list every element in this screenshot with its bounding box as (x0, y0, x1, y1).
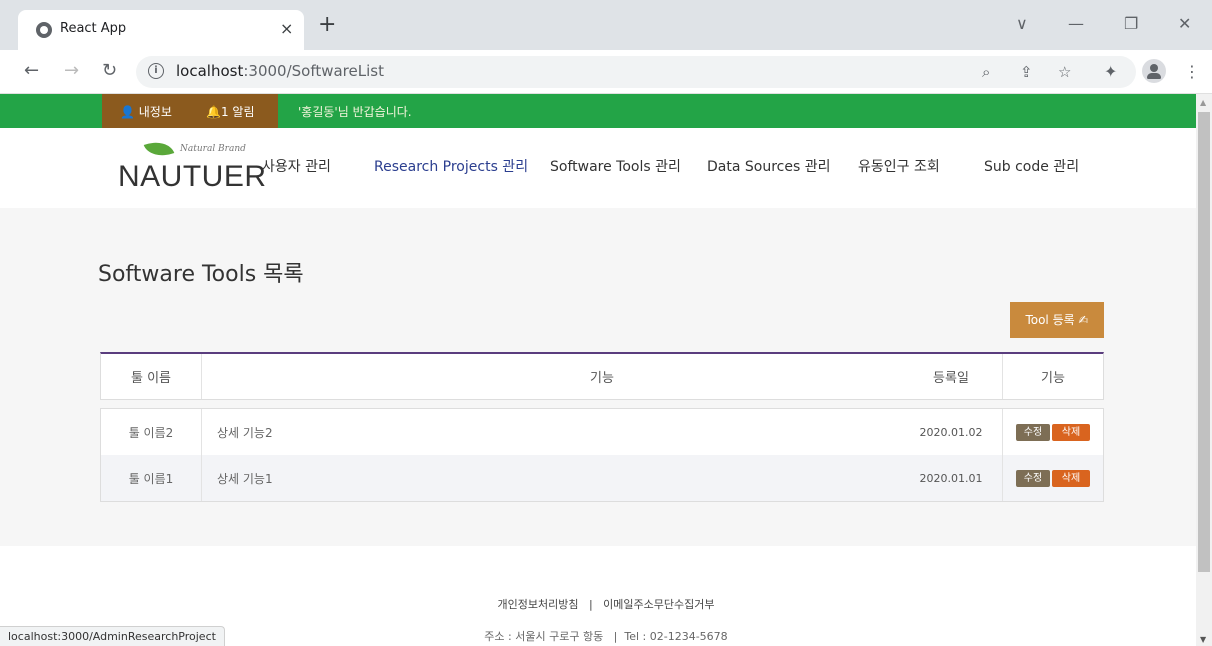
user-menu-box: 👤 내정보 🔔1 알림 (102, 94, 278, 128)
status-bar-url: localhost:3000/AdminResearchProject (0, 626, 225, 646)
header-actions: 기능 (1041, 371, 1065, 386)
my-info-link[interactable]: 👤 내정보 (120, 103, 172, 120)
scroll-up-arrow-icon[interactable]: ▲ (1200, 98, 1206, 107)
address-bar[interactable]: i localhost:3000/SoftwareList ⌕ ⇪ ☆ (136, 56, 1136, 88)
page-title: Software Tools 목록 (98, 262, 304, 287)
tool-desc-cell: 상세 기능2 (217, 425, 273, 440)
site-logo[interactable]: Natural Brand NAUTUER (118, 136, 266, 200)
maximize-button[interactable]: ❐ (1124, 14, 1138, 33)
url-host: localhost (176, 62, 244, 80)
more-menu-icon[interactable]: ⋮ (1184, 62, 1200, 81)
header-tool-name: 툴 이름 (130, 371, 171, 386)
alerts-link[interactable]: 🔔1 알림 (206, 103, 254, 120)
greeting-text: '홍길동'님 반갑습니다. (298, 105, 412, 119)
info-icon[interactable]: i (148, 63, 164, 79)
back-arrow-icon[interactable]: ← (24, 60, 39, 81)
new-tab-button[interactable]: + (318, 14, 336, 36)
tool-desc-cell: 상세 기능1 (217, 471, 273, 486)
share-icon[interactable]: ⇪ (1020, 63, 1033, 81)
tool-name-cell: 툴 이름2 (128, 425, 174, 440)
minimize-button[interactable]: — (1068, 14, 1084, 33)
tool-name-cell: 툴 이름1 (128, 471, 174, 486)
browser-tab[interactable]: React App × (18, 10, 304, 50)
top-user-bar: 👤 내정보 🔔1 알림 '홍길동'님 반갑습니다. (0, 94, 1196, 128)
table-body: 툴 이름2 상세 기능2 2020.01.02 수정 삭제 툴 이름1 상세 기… (100, 408, 1104, 502)
table-row[interactable]: 툴 이름2 상세 기능2 2020.01.02 수정 삭제 (101, 409, 1103, 455)
edit-button[interactable]: 수정 (1016, 469, 1050, 487)
url-path: :3000/SoftwareList (243, 62, 384, 80)
tab-close-icon[interactable]: × (280, 19, 293, 38)
header-function: 기능 (590, 371, 614, 386)
row-actions: 수정 삭제 (1003, 455, 1103, 501)
my-info-label: 내정보 (138, 105, 172, 119)
logo-tagline: Natural Brand (180, 144, 246, 154)
browser-window: React App × + ∨ — ❐ ✕ ← → ↻ i localhost:… (0, 0, 1212, 646)
vertical-scrollbar[interactable]: ▲ ▼ (1196, 94, 1212, 646)
divider (201, 409, 202, 455)
header-reg-date: 등록일 (933, 371, 969, 386)
tab-search-icon[interactable]: ∨ (1016, 14, 1028, 33)
browser-toolbar: ← → ↻ i localhost:3000/SoftwareList ⌕ ⇪ … (0, 50, 1212, 94)
nav-data-sources[interactable]: Data Sources 관리 (707, 156, 830, 176)
email-refuse-link[interactable]: 이메일주소무단수집거부 (603, 598, 714, 611)
profile-avatar-icon[interactable] (1142, 59, 1166, 83)
nav-user-management[interactable]: 사용자 관리 (262, 156, 331, 176)
footer-separator: | (588, 598, 593, 611)
nav-research-projects[interactable]: Research Projects 관리 (374, 156, 528, 176)
reload-icon[interactable]: ↻ (102, 60, 117, 81)
leaf-icon (143, 136, 175, 162)
divider (201, 455, 202, 501)
privacy-policy-link[interactable]: 개인정보처리방침 (497, 598, 578, 611)
table-row[interactable]: 툴 이름1 상세 기능1 2020.01.01 수정 삭제 (101, 455, 1103, 501)
main-content: Software Tools 목록 Tool 등록 ✍ 툴 이름 기능 등록일 … (0, 208, 1196, 546)
footer-links: 개인정보처리방침 | 이메일주소무단수집거부 (0, 596, 1196, 612)
extensions-puzzle-icon[interactable]: ✦ (1104, 62, 1117, 81)
table-header: 툴 이름 기능 등록일 기능 (100, 352, 1104, 400)
register-tool-button[interactable]: Tool 등록 ✍ (1010, 302, 1104, 338)
reg-date-cell: 2020.01.01 (919, 471, 983, 485)
logo-text: NAUTUER (118, 160, 267, 193)
alerts-label: 1 알림 (220, 105, 255, 119)
delete-button[interactable]: 삭제 (1052, 423, 1090, 441)
globe-icon (36, 22, 52, 38)
scrollbar-thumb[interactable] (1198, 112, 1210, 572)
page-viewport: 👤 내정보 🔔1 알림 '홍길동'님 반갑습니다. Natural Brand … (0, 94, 1196, 646)
bookmark-star-icon[interactable]: ☆ (1058, 63, 1071, 81)
delete-button[interactable]: 삭제 (1052, 469, 1090, 487)
nav-floating-population[interactable]: 유동인구 조회 (858, 156, 940, 176)
row-actions: 수정 삭제 (1003, 409, 1103, 455)
scroll-down-arrow-icon[interactable]: ▼ (1200, 635, 1206, 644)
edit-button[interactable]: 수정 (1016, 423, 1050, 441)
reg-date-cell: 2020.01.02 (919, 425, 983, 439)
nav-sub-code[interactable]: Sub code 관리 (984, 156, 1079, 176)
site-header: Natural Brand NAUTUER 사용자 관리 Research Pr… (0, 128, 1196, 208)
zoom-icon[interactable]: ⌕ (982, 63, 990, 81)
forward-arrow-icon[interactable]: → (64, 60, 79, 81)
tab-strip: React App × + ∨ — ❐ ✕ (0, 0, 1212, 50)
close-window-button[interactable]: ✕ (1178, 14, 1191, 33)
nav-software-tools[interactable]: Software Tools 관리 (550, 156, 681, 176)
tab-title: React App (60, 21, 127, 36)
url-text: localhost:3000/SoftwareList (176, 62, 384, 80)
